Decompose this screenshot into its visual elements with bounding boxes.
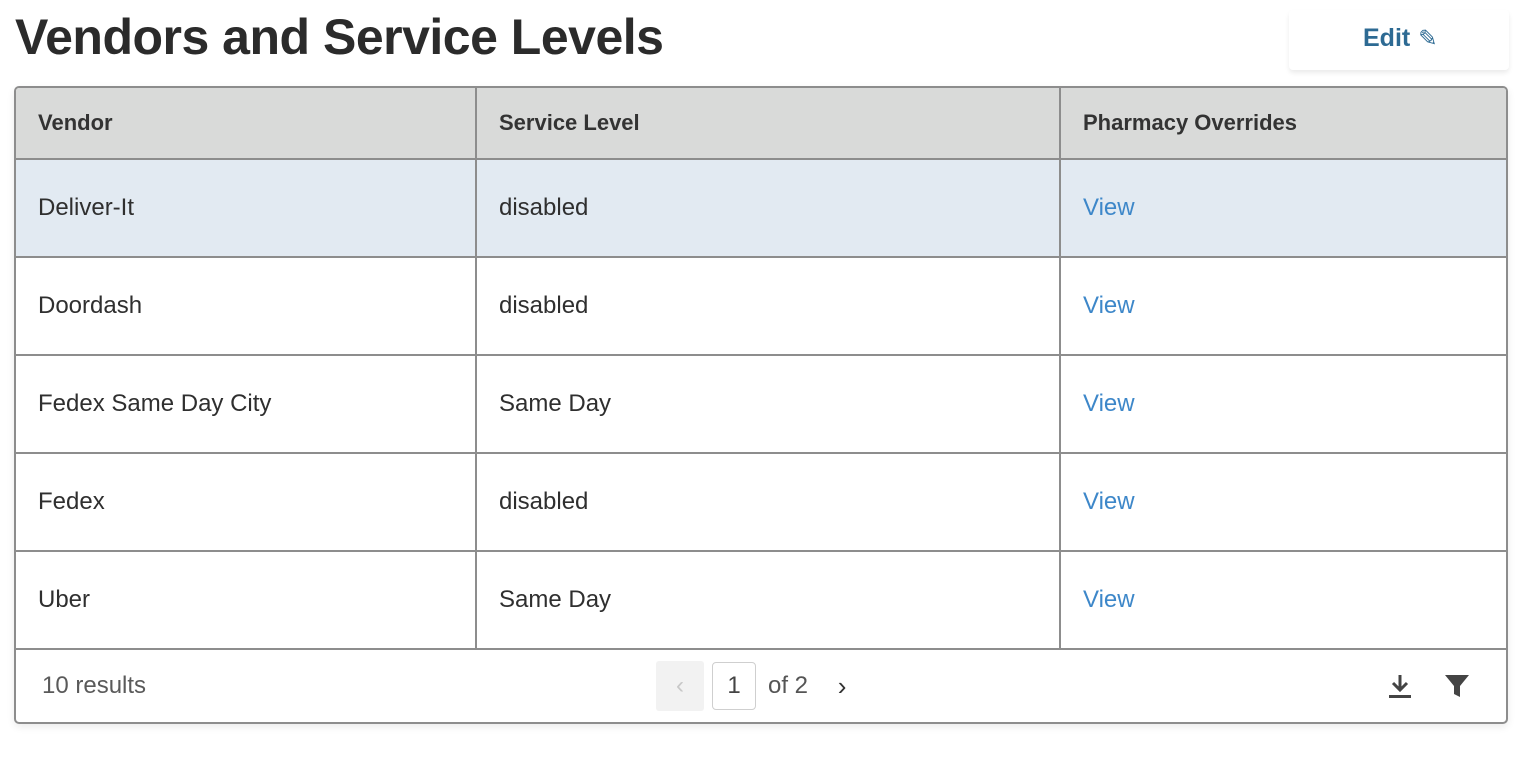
- view-overrides-link[interactable]: View: [1083, 586, 1135, 613]
- result-count: 10 results: [42, 672, 147, 699]
- table-row[interactable]: Fedex disabled View: [16, 453, 1506, 552]
- page-title: Vendors and Service Levels: [15, 9, 664, 65]
- table-row[interactable]: Deliver-It disabled View: [16, 159, 1506, 258]
- service-level-cell: Same Day: [476, 551, 1061, 650]
- view-overrides-link[interactable]: View: [1083, 292, 1135, 319]
- vendor-cell: Doordash: [16, 257, 477, 356]
- filter-icon[interactable]: [1443, 672, 1471, 705]
- vendor-cell: Fedex: [16, 453, 477, 552]
- column-header-vendor[interactable]: Vendor: [16, 88, 477, 160]
- vendor-cell: Deliver-It: [16, 159, 477, 258]
- table-header-row: Vendor Service Level Pharmacy Overrides: [16, 88, 1506, 160]
- pencil-icon: ✎: [1418, 25, 1438, 51]
- page-total: of 2: [768, 672, 809, 699]
- overrides-cell: View: [1060, 159, 1506, 258]
- service-level-cell: disabled: [476, 159, 1061, 258]
- vendor-cell: Fedex Same Day City: [16, 355, 477, 454]
- view-overrides-link[interactable]: View: [1083, 488, 1135, 515]
- edit-label: Edit: [1363, 24, 1411, 52]
- page-number-input[interactable]: [712, 662, 756, 710]
- service-level-cell: disabled: [476, 453, 1061, 552]
- column-header-service-level[interactable]: Service Level: [476, 88, 1061, 160]
- table-row[interactable]: Fedex Same Day City Same Day View: [16, 355, 1506, 454]
- previous-page-button[interactable]: ‹: [656, 661, 704, 711]
- table-row[interactable]: Uber Same Day View: [16, 551, 1506, 650]
- column-header-pharmacy-overrides[interactable]: Pharmacy Overrides: [1060, 88, 1506, 160]
- edit-panel: Edit ✎: [1289, 10, 1509, 70]
- service-level-cell: Same Day: [476, 355, 1061, 454]
- overrides-cell: View: [1060, 355, 1506, 454]
- edit-button[interactable]: Edit ✎: [1363, 24, 1438, 53]
- view-overrides-link[interactable]: View: [1083, 390, 1135, 417]
- chevron-left-icon: ‹: [676, 672, 684, 699]
- chevron-right-icon: ›: [837, 670, 847, 701]
- view-overrides-link[interactable]: View: [1083, 194, 1135, 221]
- overrides-cell: View: [1060, 257, 1506, 356]
- overrides-cell: View: [1060, 453, 1506, 552]
- vendors-table: Vendor Service Level Pharmacy Overrides …: [14, 86, 1508, 724]
- download-icon[interactable]: [1386, 672, 1414, 705]
- table-row[interactable]: Doordash disabled View: [16, 257, 1506, 356]
- overrides-cell: View: [1060, 551, 1506, 650]
- service-level-cell: disabled: [476, 257, 1061, 356]
- vendor-cell: Uber: [16, 551, 477, 650]
- pagination: ‹ of 2 ›: [656, 661, 856, 711]
- next-page-button[interactable]: ›: [828, 666, 856, 706]
- table-footer: 10 results ‹ of 2 ›: [16, 652, 1506, 722]
